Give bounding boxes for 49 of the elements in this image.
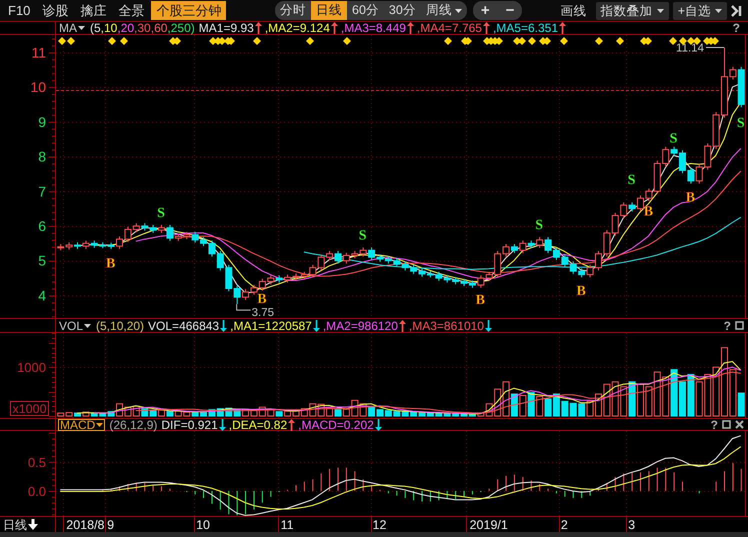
volume-scale-label: 1000	[17, 360, 46, 376]
indicator-value: VOL=466843	[148, 320, 220, 332]
sell-signal-label: S	[157, 206, 165, 222]
buy-signal-label: B	[257, 292, 267, 307]
sell-signal-label: S	[358, 228, 367, 244]
macd-tick-label: 0.0	[28, 484, 46, 499]
indicator-value: ,DEA=0.82	[228, 418, 288, 430]
buy-signal-label: B	[644, 204, 654, 220]
price-tick-label: 11	[31, 44, 46, 60]
price-extreme-label: 11.14	[676, 42, 704, 54]
indicator-value: ,MA5=6.351	[492, 22, 558, 34]
date-label: 2019/1	[470, 518, 508, 532]
indicator-value: ,MA2=986120	[322, 320, 398, 332]
indicator-value: MA1=9.93	[198, 22, 254, 34]
date-label: 2018/8	[66, 518, 105, 532]
sell-signal-label: S	[535, 218, 544, 234]
unit-label: x1000	[10, 401, 49, 416]
price-tick-label: 4	[38, 287, 46, 304]
sell-signal-label: S	[628, 173, 636, 188]
macd-tick-label: 0.5	[28, 454, 46, 470]
price-tick-label: 10	[30, 79, 46, 96]
indicator-value: ,MA4=7.765	[416, 22, 482, 34]
price-tick-label: 8	[38, 148, 46, 165]
buy-signal-label: B	[686, 190, 696, 206]
indicator-value: ,MA3=8.449	[340, 22, 406, 34]
indicator-value: ,MA3=861010	[408, 320, 484, 332]
price-extreme-label: 3.75	[252, 307, 274, 318]
sell-signal-label: S	[736, 116, 745, 131]
indicator-value: ,MA1=1220587	[230, 320, 312, 332]
indicator-value: ,MA2=9.124	[264, 22, 330, 34]
price-tick-label: 5	[38, 252, 46, 269]
indicator-value: ,MACD=0.202	[298, 418, 374, 430]
sell-signal-label: S	[670, 131, 678, 146]
indicator-parameters: (5,10,20)	[96, 320, 144, 332]
date-label: 10	[196, 518, 210, 532]
buy-signal-label: B	[476, 292, 485, 308]
date-label: 2	[560, 518, 568, 532]
indicator-parameters: (26,12,9)	[109, 418, 158, 430]
price-tick-label: 9	[38, 114, 46, 130]
buy-signal-label: B	[576, 284, 586, 300]
date-label: 11	[280, 518, 294, 532]
price-tick-label: 7	[38, 183, 46, 200]
buy-signal-label: B	[106, 256, 116, 272]
indicator-value: DIF=0.921	[161, 418, 218, 430]
indicator-parameters: (5,10,20,30,60,250)	[90, 22, 195, 34]
date-label: 9	[107, 518, 114, 532]
price-tick-label: 6	[38, 218, 46, 234]
date-label: 12	[372, 518, 386, 532]
date-label: 3	[628, 518, 636, 532]
